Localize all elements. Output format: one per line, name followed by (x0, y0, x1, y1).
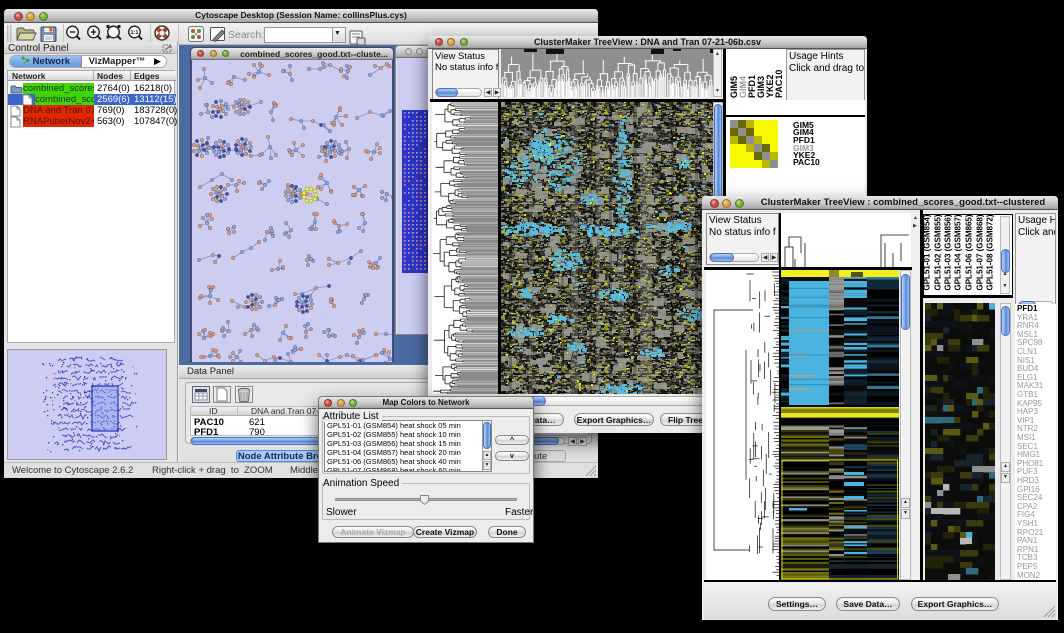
svg-text:1:1: 1:1 (131, 30, 139, 36)
